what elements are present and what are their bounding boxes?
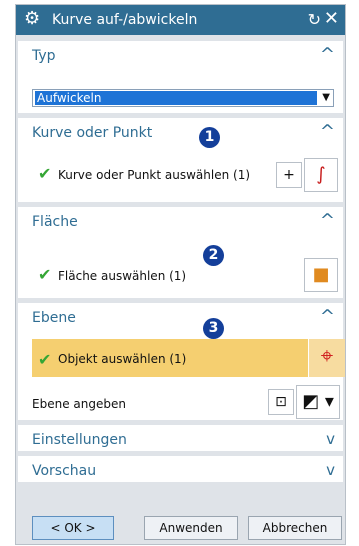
section-kurve-oder-punkt: Kurve oder Punkt ^ 1 ✔ Kurve oder Punkt … [18,118,343,202]
row-label: Objekt auswählen (1) [58,352,187,366]
specify-plane-row: Ebene angeben [32,391,252,415]
checkmark-icon: ✔ [38,350,52,369]
section-typ: Typ ^ Aufwickeln ▼ [18,41,343,113]
button-bar: < OK > Anwenden Abbrechen [18,510,343,544]
section-title: Fläche [32,214,78,230]
cancel-button[interactable]: Abbrechen [248,516,342,540]
checkmark-icon: ✔ [38,265,52,284]
title-bar: ⚙ Kurve auf-/abwickeln ↻ ✕ [16,5,345,35]
plane-type-dropdown[interactable]: ◩ ▾ [296,385,340,419]
section-title: Ebene [32,310,76,326]
section-title: Typ [32,48,56,64]
chevron-up-icon[interactable]: ^ [320,121,335,142]
section-header-kurve[interactable]: Kurve oder Punkt ^ [18,118,343,146]
chevron-down-icon[interactable]: ▼ [322,90,330,106]
chevron-up-icon[interactable]: ^ [320,210,335,231]
curve-icon[interactable]: ∫ [304,158,338,192]
typ-select-value: Aufwickeln [35,91,317,105]
row-label: Ebene angeben [32,397,126,411]
checkmark-icon: ✔ [38,164,52,183]
section-einstellungen[interactable]: Einstellungen v [18,425,343,451]
close-icon[interactable]: ✕ [324,8,339,29]
step-badge-1: 1 [199,127,220,148]
section-vorschau[interactable]: Vorschau v [18,456,343,482]
section-title: Einstellungen [32,432,127,448]
plane-select-icon[interactable]: ⊡ [268,389,294,415]
crosshair-icon[interactable]: ⌖ [309,339,345,377]
typ-select[interactable]: Aufwickeln ▼ [32,89,334,107]
cube-icon[interactable]: ■ [304,258,338,292]
section-flaeche: Fläche ^ 2 ✔ Fläche auswählen (1) ■ [18,207,343,298]
chevron-up-icon[interactable]: ^ [320,44,335,65]
section-header-typ[interactable]: Typ ^ [18,41,343,69]
section-ebene: Ebene ^ 3 ✔ Objekt auswählen (1) ⌖ Ebene… [18,303,345,420]
step-badge-3: 3 [203,318,224,339]
section-header-vorschau[interactable]: Vorschau v [18,456,343,482]
select-object-row[interactable]: ✔ Objekt auswählen (1) [32,339,308,377]
section-header-flaeche[interactable]: Fläche ^ [18,207,343,235]
add-point-icon[interactable]: + [276,162,302,188]
row-label: Fläche auswählen (1) [58,269,187,283]
section-title: Kurve oder Punkt [32,125,153,141]
row-label: Kurve oder Punkt auswählen (1) [58,168,251,182]
select-face-row[interactable]: ✔ Fläche auswählen (1) [32,263,282,287]
chevron-up-icon[interactable]: ^ [320,306,335,327]
dialog-window: ⚙ Kurve auf-/abwickeln ↻ ✕ Typ ^ Aufwick… [15,4,346,545]
section-header-einstellungen[interactable]: Einstellungen v [18,425,343,451]
ok-button[interactable]: < OK > [32,516,114,540]
gear-icon[interactable]: ⚙ [24,9,40,29]
section-header-ebene[interactable]: Ebene ^ [18,303,343,331]
reset-icon[interactable]: ↻ [308,10,321,29]
section-title: Vorschau [32,463,97,479]
chevron-down-icon[interactable]: v [326,461,335,479]
select-curve-row[interactable]: ✔ Kurve oder Punkt auswählen (1) [32,162,282,186]
chevron-down-icon[interactable]: v [326,430,335,448]
apply-button[interactable]: Anwenden [144,516,238,540]
dialog-title: Kurve auf-/abwickeln [52,12,198,28]
